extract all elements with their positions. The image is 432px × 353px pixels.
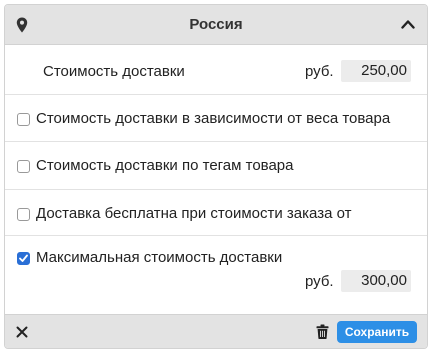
max-cost-label: Максимальная стоимость доставки <box>36 249 283 266</box>
shipping-cost-input[interactable]: 250,00 <box>341 60 411 82</box>
weight-based-label: Стоимость доставки в зависимости от веса… <box>36 110 391 127</box>
shipping-cost-row: Стоимость доставки руб. 250,00 <box>5 45 427 95</box>
panel-footer: Сохранить <box>5 314 427 348</box>
option-tags-row: Стоимость доставки по тегам товара <box>5 142 427 190</box>
tag-based-checkbox[interactable] <box>17 160 30 173</box>
max-cost-checkbox[interactable] <box>17 252 30 265</box>
free-shipping-label: Доставка бесплатна при стоимости заказа … <box>36 205 352 222</box>
tag-based-label: Стоимость доставки по тегам товара <box>36 157 294 174</box>
shipping-cost-label: Стоимость доставки <box>43 63 185 80</box>
weight-based-checkbox[interactable] <box>17 113 30 126</box>
max-cost-unit: руб. <box>305 273 334 290</box>
option-max-cost-row: Максимальная стоимость доставки руб. 300… <box>5 236 427 314</box>
close-icon[interactable] <box>16 326 28 338</box>
free-shipping-checkbox[interactable] <box>17 208 30 221</box>
currency-unit: руб. <box>305 63 334 80</box>
checkmark-icon <box>19 254 28 262</box>
chevron-up-icon[interactable] <box>401 19 415 29</box>
zone-title: Россия <box>189 16 243 33</box>
max-cost-input[interactable]: 300,00 <box>341 270 411 292</box>
panel-header: Россия <box>5 5 427 45</box>
trash-icon[interactable] <box>316 324 329 339</box>
option-weight-row: Стоимость доставки в зависимости от веса… <box>5 95 427 142</box>
shipping-zone-panel: Россия Стоимость доставки руб. 250,00 Ст… <box>4 4 428 349</box>
save-button[interactable]: Сохранить <box>337 321 417 343</box>
option-free-shipping-row: Доставка бесплатна при стоимости заказа … <box>5 190 427 236</box>
